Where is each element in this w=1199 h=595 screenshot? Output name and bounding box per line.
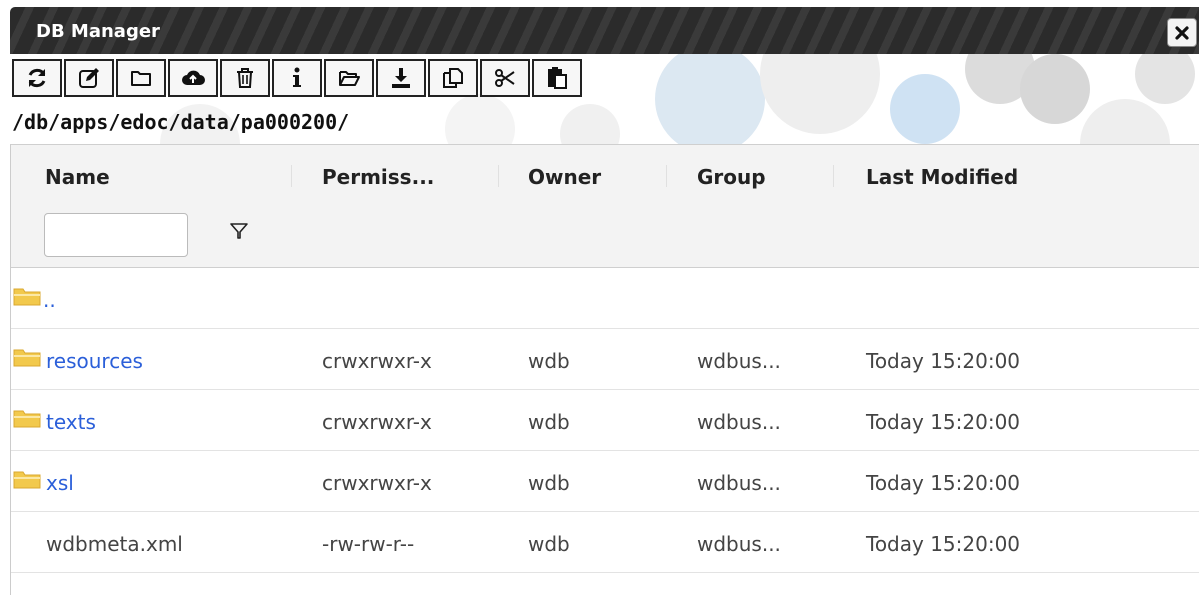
scissors-icon [495,69,515,87]
download-icon [392,68,410,88]
group-cell: wdbus... [697,349,781,373]
table-row[interactable]: xsl crwxrwxr-x wdb wdbus... Today 15:20:… [11,451,1199,512]
last-modified-cell: Today 15:20:00 [866,532,1021,556]
folder-icon [131,71,151,86]
folder-icon [13,349,41,367]
column-separator [666,165,667,187]
close-button[interactable] [1167,18,1197,47]
column-header-permissions[interactable]: Permiss... [322,165,434,189]
group-cell: wdbus... [697,410,781,434]
folder-icon [13,288,41,306]
close-icon [1175,25,1189,40]
table-row[interactable]: wdbmeta.xml -rw-rw-r-- wdb wdbus... Toda… [11,512,1199,573]
owner-cell: wdb [528,532,570,556]
name-filter-input[interactable] [44,213,188,257]
toolbar [12,59,584,99]
file-grid: Name Permiss... Owner Group Last Modifie… [10,144,1199,595]
owner-cell: wdb [528,471,570,495]
filter-row [11,207,1199,269]
current-path: /db/apps/edoc/data/pa000200/ [12,110,350,134]
column-separator [833,165,834,187]
file-name-link[interactable]: xsl [46,471,74,495]
permissions-cell: crwxrwxr-x [322,471,432,495]
trash-icon [237,68,253,88]
last-modified-cell: Today 15:20:00 [866,349,1021,373]
file-name-link[interactable]: resources [46,349,143,373]
table-row[interactable]: texts crwxrwxr-x wdb wdbus... Today 15:2… [11,390,1199,451]
window-title: DB Manager [36,21,160,42]
owner-cell: wdb [528,410,570,434]
column-header-owner[interactable]: Owner [528,165,601,189]
file-name-link[interactable]: .. [43,288,56,312]
refresh-icon [28,68,46,88]
folder-open-icon [339,71,360,86]
info-button[interactable] [272,59,322,97]
group-cell: wdbus... [697,471,781,495]
group-cell: wdbus... [697,532,781,556]
folder-icon [13,410,41,428]
refresh-button[interactable] [12,59,62,97]
permissions-cell: crwxrwxr-x [322,349,432,373]
table-row[interactable]: .. [11,268,1199,329]
folder-icon [13,471,41,489]
column-header-last-modified[interactable]: Last Modified [866,165,1018,189]
cloud-upload-icon [182,70,205,85]
title-bar[interactable]: DB Manager [10,7,1199,54]
delete-button[interactable] [220,59,270,97]
edit-icon [79,68,99,88]
cut-button[interactable] [480,59,530,97]
upload-button[interactable] [168,59,218,97]
grid-header: Name Permiss... Owner Group Last Modifie… [11,145,1199,208]
paste-icon [548,67,567,89]
permissions-cell: -rw-rw-r-- [322,532,415,556]
info-icon [293,67,301,87]
download-button[interactable] [376,59,426,97]
paste-button[interactable] [532,59,582,97]
permissions-cell: crwxrwxr-x [322,410,432,434]
owner-cell: wdb [528,349,570,373]
file-name-link[interactable]: texts [46,410,96,434]
edit-button[interactable] [64,59,114,97]
column-separator [291,165,292,187]
column-separator [498,165,499,187]
table-row[interactable]: resources crwxrwxr-x wdb wdbus... Today … [11,329,1199,390]
file-name[interactable]: wdbmeta.xml [46,532,183,556]
open-button[interactable] [324,59,374,97]
last-modified-cell: Today 15:20:00 [866,471,1021,495]
new-folder-button[interactable] [116,59,166,97]
filter-icon[interactable] [229,221,249,241]
copy-button[interactable] [428,59,478,97]
copy-icon [443,68,463,88]
column-header-group[interactable]: Group [697,165,766,189]
column-header-name[interactable]: Name [45,165,110,189]
last-modified-cell: Today 15:20:00 [866,410,1021,434]
